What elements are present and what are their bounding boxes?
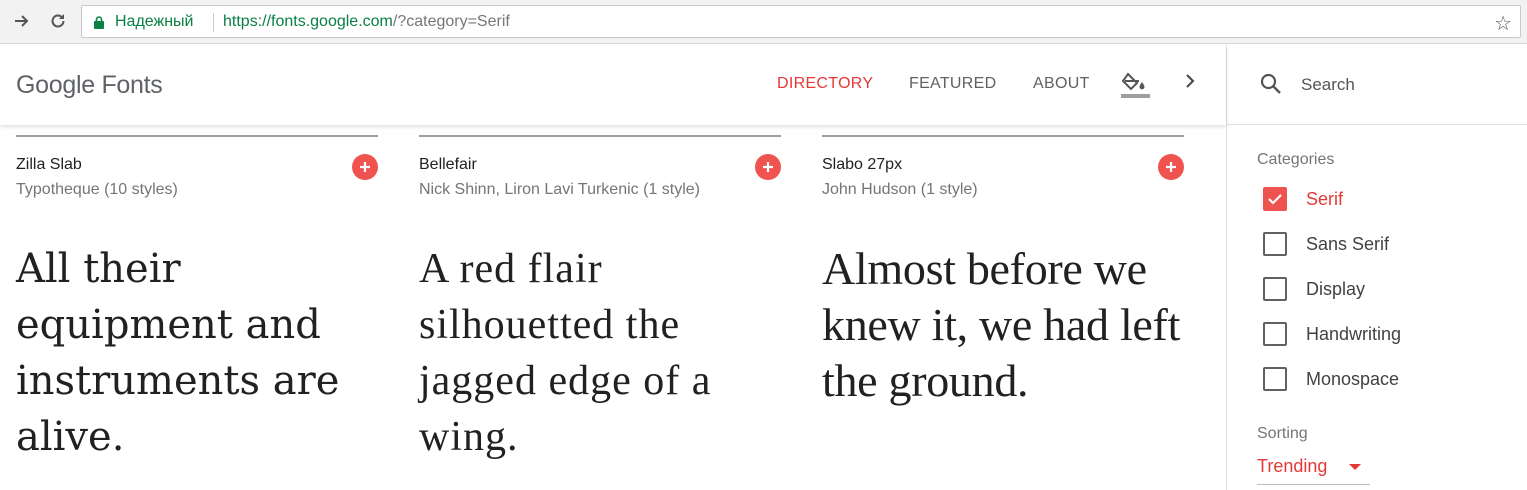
category-label: Serif (1306, 188, 1344, 209)
omnibox-divider (213, 13, 214, 32)
search-input[interactable] (1301, 73, 1501, 97)
reload-icon[interactable] (46, 9, 70, 33)
secure-label: Надежный (115, 13, 194, 30)
category-display[interactable]: Display (1263, 275, 1365, 303)
checkbox-checked-icon[interactable] (1263, 187, 1287, 211)
tab-about[interactable]: ABOUT (1033, 75, 1090, 93)
url-path: /?category=Serif (392, 13, 510, 30)
add-font-plus-icon[interactable] (755, 154, 781, 180)
lock-icon (94, 16, 104, 29)
chevron-right-icon[interactable] (1183, 70, 1197, 96)
browser-toolbar: Надежный https://fonts.google.com/?categ… (0, 0, 1527, 44)
font-author: Nick Shinn, Liron Lavi Turkenic (1 style… (419, 181, 700, 198)
category-sans-serif[interactable]: Sans Serif (1263, 230, 1389, 258)
categories-heading: Categories (1257, 151, 1335, 168)
filter-sidebar: Categories Serif Sans Serif Display Hand… (1226, 125, 1527, 490)
category-label: Display (1306, 278, 1366, 299)
font-name[interactable]: Bellefair (419, 156, 477, 174)
dropdown-caret-icon (1349, 464, 1361, 470)
font-card-zilla-slab[interactable]: Zilla Slab Typotheque (10 styles) All th… (16, 135, 378, 490)
checkbox-icon[interactable] (1263, 367, 1287, 391)
card-divider (419, 135, 781, 137)
card-divider (16, 135, 378, 137)
checkbox-icon[interactable] (1263, 322, 1287, 346)
url-host: https://fonts.google.com (223, 13, 393, 30)
add-font-plus-icon[interactable] (1158, 154, 1184, 180)
category-handwriting[interactable]: Handwriting (1263, 320, 1401, 348)
category-label: Monospace (1306, 368, 1400, 389)
font-name[interactable]: Zilla Slab (16, 156, 82, 174)
forward-arrow-icon[interactable] (10, 9, 34, 33)
font-author: John Hudson (1 style) (822, 181, 978, 198)
category-serif[interactable]: Serif (1263, 185, 1343, 213)
paint-bucket-icon[interactable] (1120, 69, 1150, 99)
font-sample-text[interactable]: Almost before we knew it, we had left th… (822, 241, 1184, 409)
sorting-value: Trending (1257, 456, 1328, 476)
bookmark-star-icon[interactable]: ☆ (1494, 11, 1512, 36)
font-card-slabo-27px[interactable]: Slabo 27px John Hudson (1 style) Almost … (822, 135, 1184, 490)
checkbox-icon[interactable] (1263, 277, 1287, 301)
sorting-heading: Sorting (1257, 425, 1308, 442)
add-font-plus-icon[interactable] (352, 154, 378, 180)
category-monospace[interactable]: Monospace (1263, 365, 1399, 393)
google-fonts-logo[interactable]: Google Fonts (16, 71, 163, 100)
sorting-dropdown[interactable]: Trending (1257, 455, 1370, 485)
app-header: Google Fonts DIRECTORY FEATURED ABOUT (0, 45, 1226, 125)
address-bar[interactable]: Надежный https://fonts.google.com/?categ… (81, 5, 1521, 38)
font-sample-text[interactable]: A red flair silhouetted the jagged edge … (419, 241, 781, 465)
search-icon[interactable] (1259, 72, 1283, 96)
font-card-bellefair[interactable]: Bellefair Nick Shinn, Liron Lavi Turkeni… (419, 135, 781, 490)
font-name[interactable]: Slabo 27px (822, 156, 902, 174)
category-label: Sans Serif (1306, 233, 1390, 254)
font-sample-text[interactable]: All their equipment and instruments are … (16, 241, 378, 465)
tab-featured[interactable]: FEATURED (909, 75, 996, 93)
category-label: Handwriting (1306, 323, 1402, 344)
search-panel (1226, 45, 1527, 125)
tab-directory[interactable]: DIRECTORY (777, 75, 873, 93)
card-divider (822, 135, 1184, 137)
checkbox-icon[interactable] (1263, 232, 1287, 256)
font-author: Typotheque (10 styles) (16, 181, 178, 198)
url-text[interactable]: https://fonts.google.com/?category=Serif (223, 13, 510, 31)
